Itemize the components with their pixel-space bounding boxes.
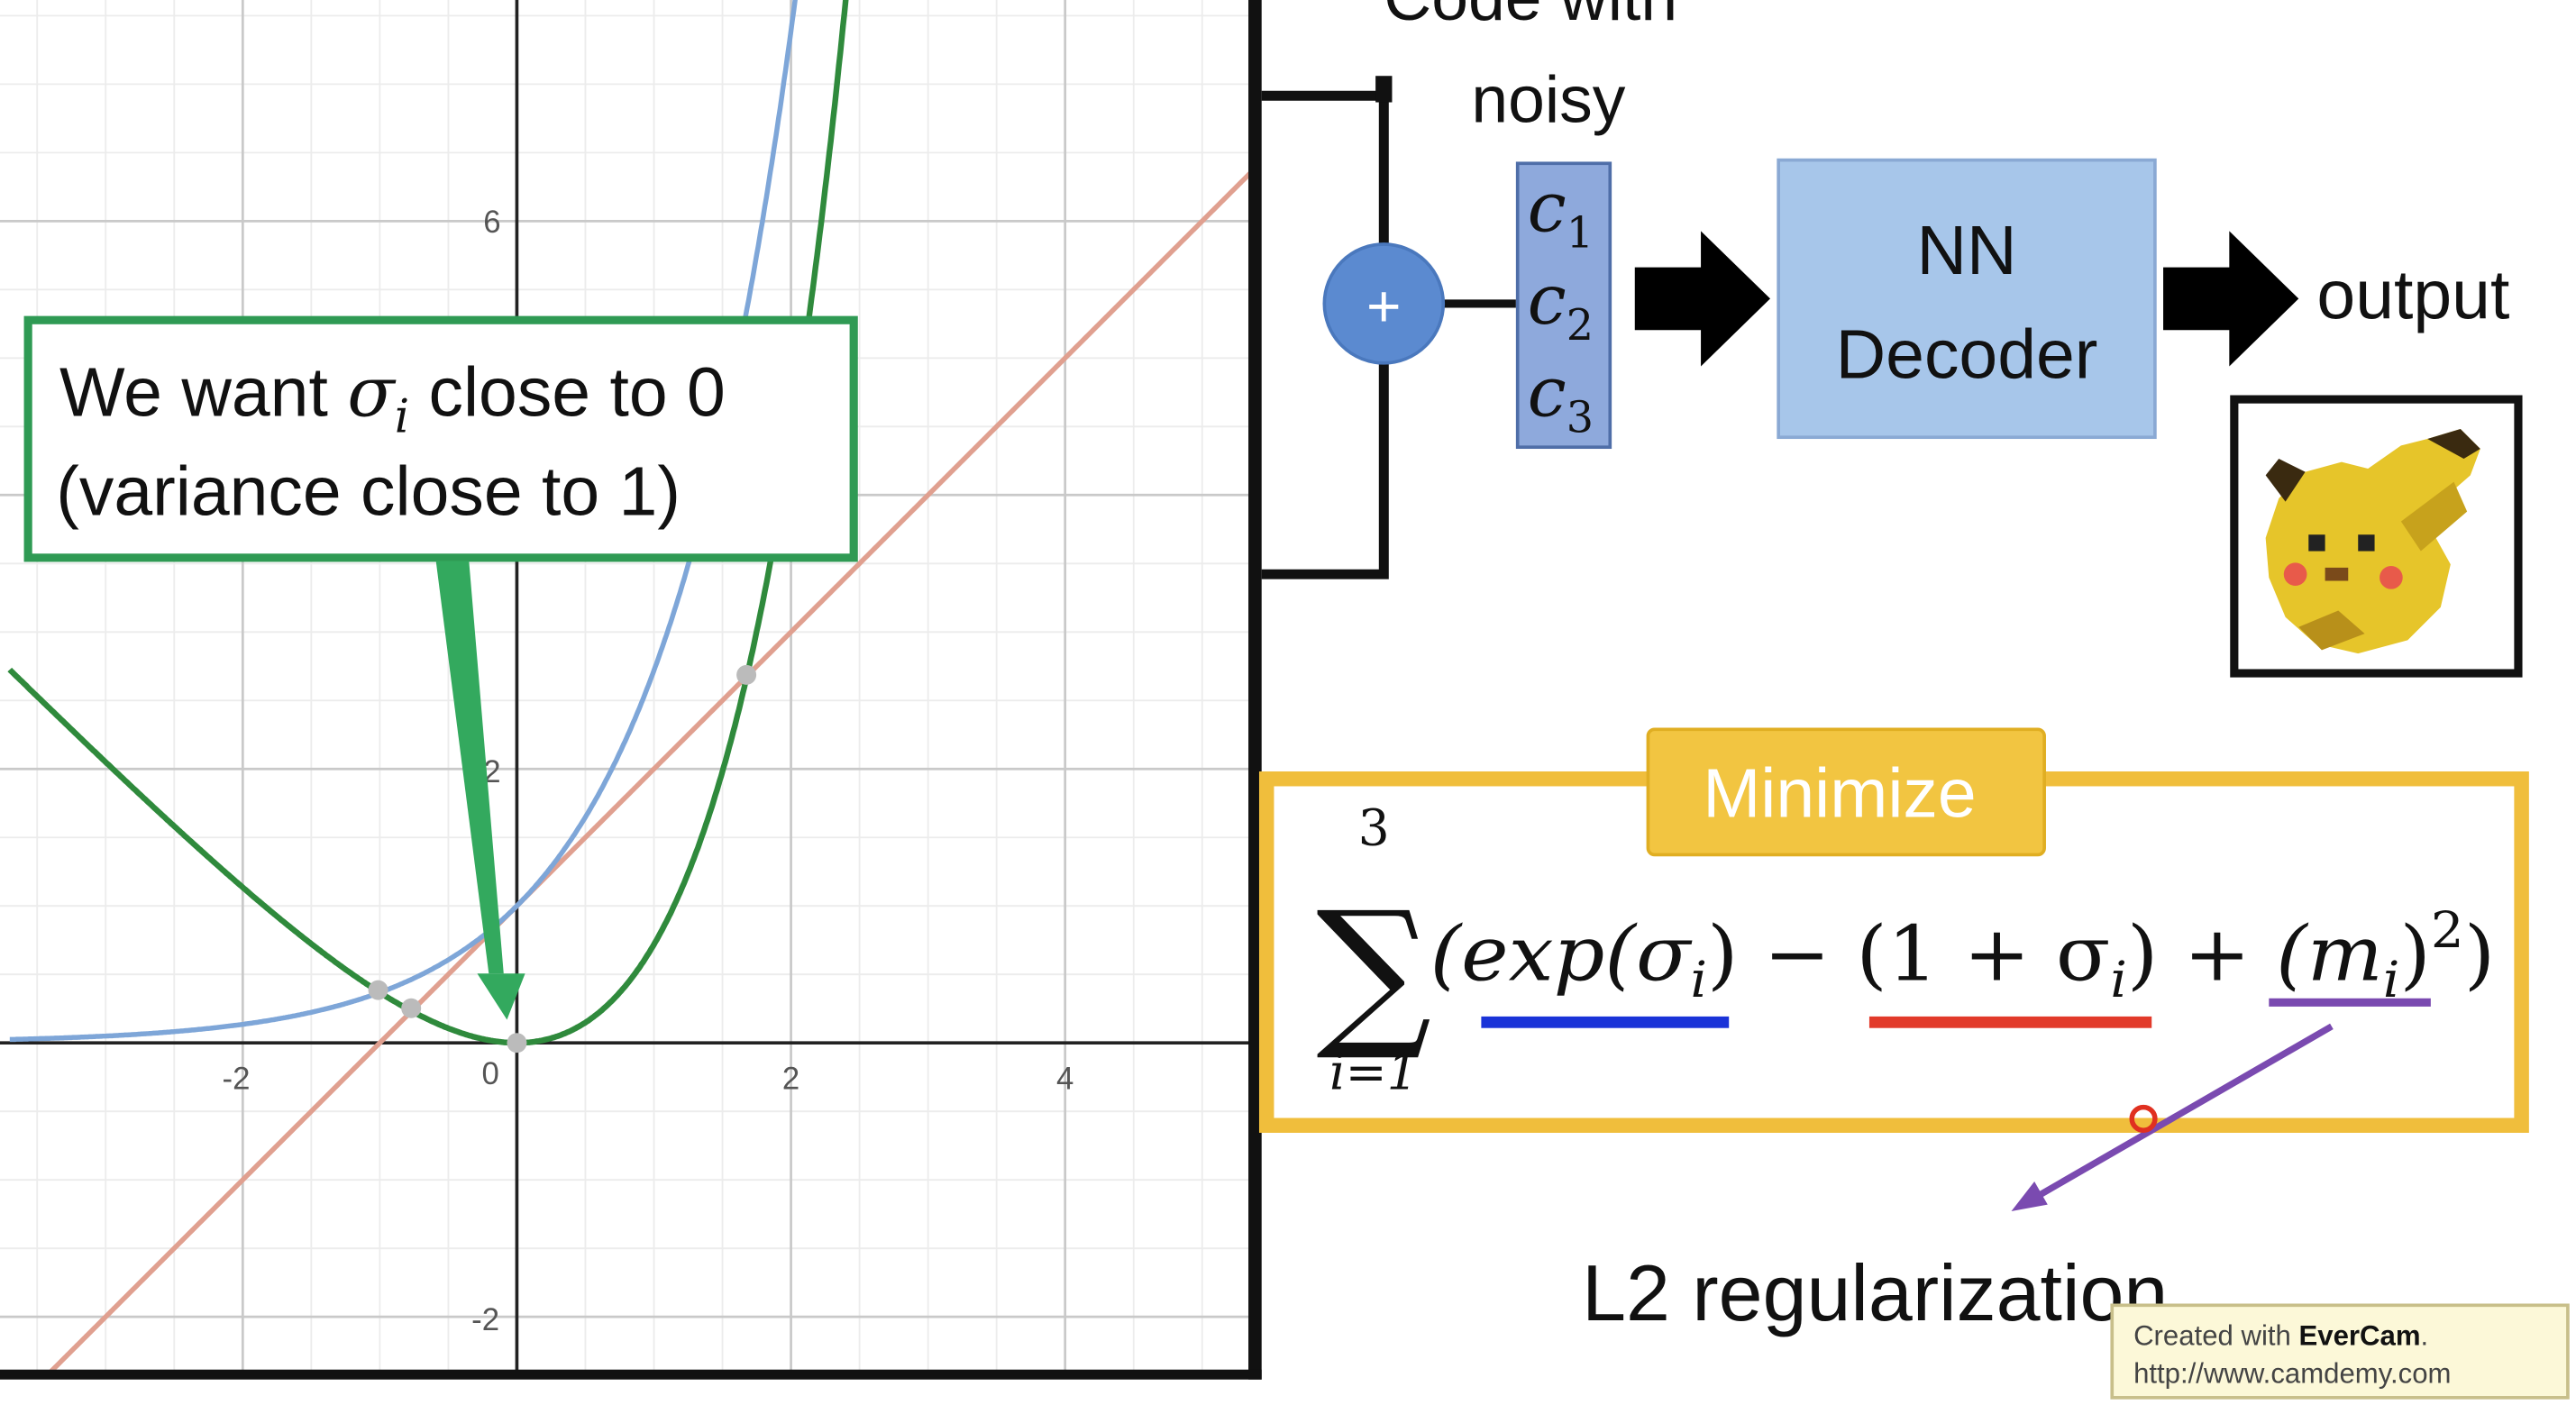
intersection-point (401, 998, 422, 1018)
plus-sign: + (1366, 273, 1402, 340)
sum-upper-limit: 3 (1358, 798, 1390, 856)
slide-canvas: -2 0 2 4 6 2 -2 We want σi close to 0 (v… (0, 0, 2570, 1400)
slide: -2 0 2 4 6 2 -2 We want σi close to 0 (v… (0, 0, 2576, 1406)
watermark: Created with EverCam. http://www.camdemy… (2110, 1303, 2570, 1400)
graph-bottom-border (0, 1369, 1262, 1380)
connector-tick (1375, 76, 1393, 103)
output-label: output (2316, 256, 2509, 333)
decoder-label-line-2: Decoder (1836, 315, 2098, 393)
y-tick-label: 6 (483, 205, 500, 240)
x-tick-label: 4 (1056, 1062, 1073, 1096)
decoder-label-line-1: NN (1916, 212, 2016, 289)
underline-one-plus-term (1868, 1016, 2152, 1028)
formula-expression: (exp(σ i) − (1 + σ i) + (m i)2) (1430, 901, 2496, 1008)
watermark-url: http://www.camdemy.com (2133, 1357, 2451, 1389)
x-tick-label: -2 (223, 1062, 251, 1096)
intersection-point (736, 664, 757, 685)
annotation-line-1: We want σi close to 0 (59, 352, 726, 443)
connector-line-top (1261, 90, 1389, 248)
underline-m-term (2269, 998, 2431, 1007)
arrow-to-decoder (1634, 231, 1771, 367)
l2-regularization-label: L2 regularization (1582, 1248, 2168, 1337)
top-label-cut: Code with (1384, 0, 1677, 34)
sum-lower-limit: i=1 (1329, 1043, 1419, 1100)
x-tick-label: 2 (782, 1062, 799, 1096)
connector-line-bottom (1261, 362, 1389, 579)
minimize-label: Minimize (1703, 754, 1976, 832)
graph-right-border (1248, 0, 1262, 1380)
output-image (2230, 395, 2523, 678)
underline-exp-term (1481, 1016, 1730, 1028)
minimize-formula: Minimize 3 ∑ i=1 (exp(σ i) − (1 + σ i) + (… (1258, 727, 2529, 1337)
annotation-line-2: (variance close to 1) (56, 452, 681, 530)
top-label-noisy: noisy (1471, 63, 1625, 137)
intersection-point (507, 1033, 527, 1054)
nn-decoder-box (1777, 158, 2157, 440)
function-graph: -2 0 2 4 6 2 -2 We want σi close to 0 (v… (0, 0, 1262, 1380)
x-tick-label: 0 (481, 1057, 498, 1091)
decoder-diagram: Code with noisy + c1 c2 c3 NN Decoder ou… (1261, 0, 2523, 678)
watermark-line-1: Created with EverCam. (2133, 1319, 2428, 1351)
intersection-point (368, 980, 388, 1000)
arrow-to-output (2163, 231, 2299, 367)
pointer-arrowhead (2011, 1181, 2048, 1211)
sum-symbol: ∑ (1316, 877, 1431, 1065)
y-tick-label: -2 (471, 1303, 499, 1337)
